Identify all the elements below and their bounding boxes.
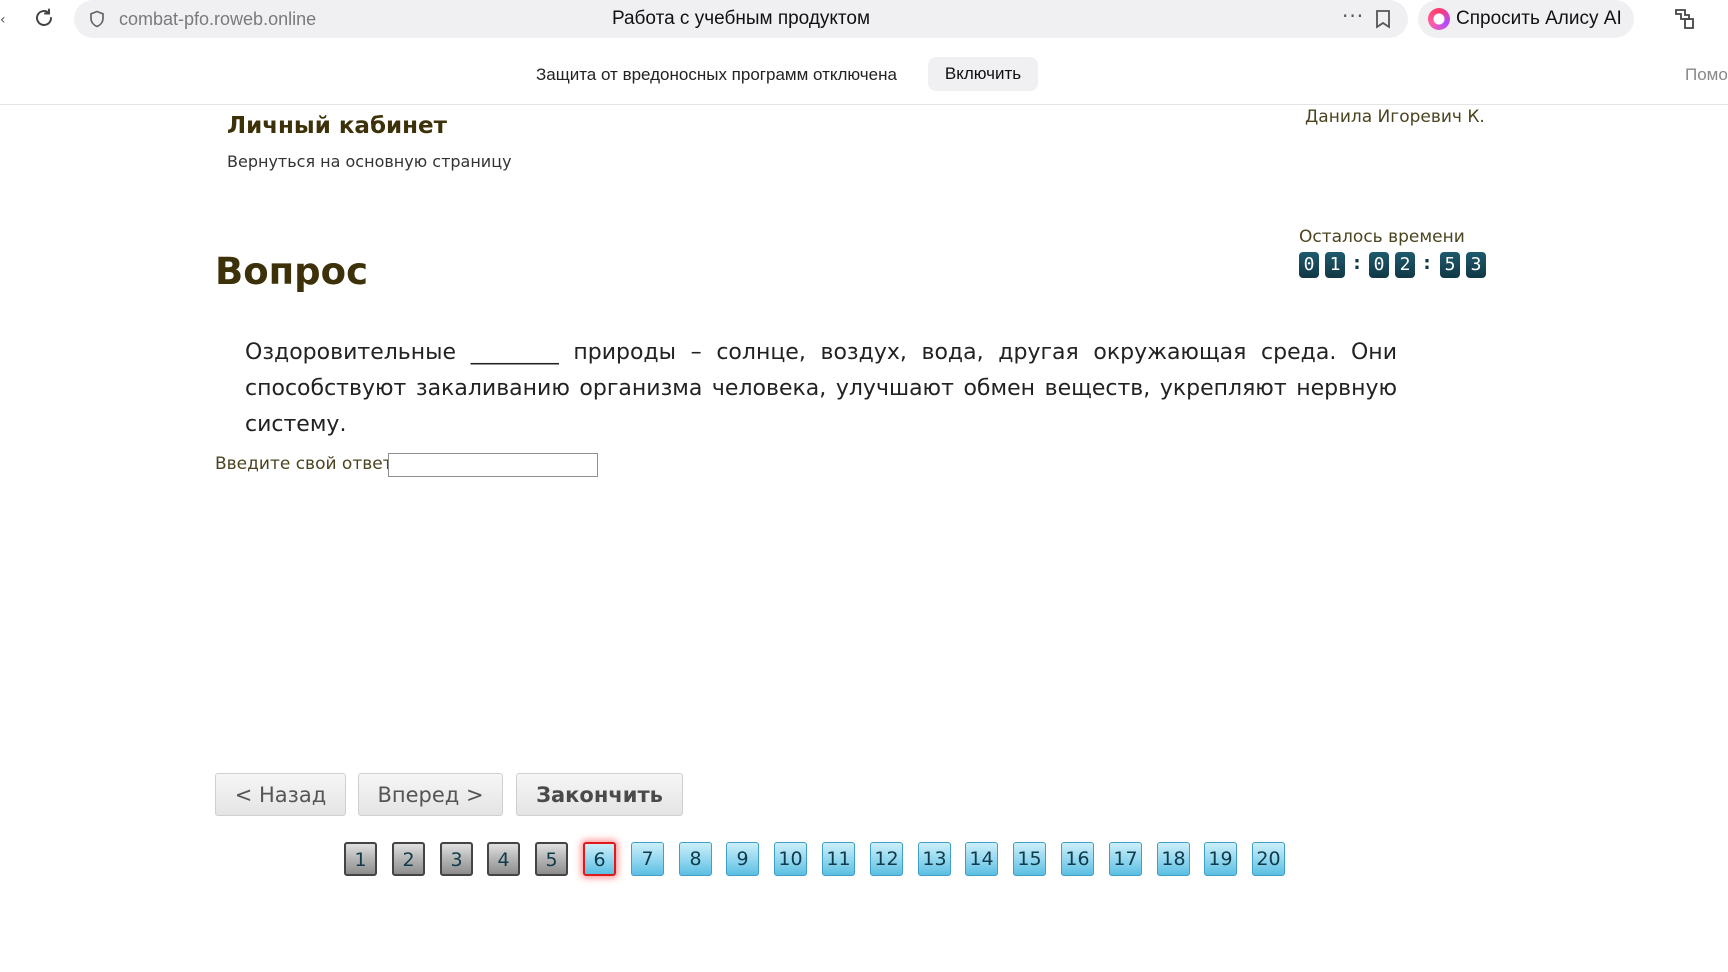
page-button-19[interactable]: 19 [1204, 842, 1237, 876]
page-button-17[interactable]: 17 [1109, 842, 1142, 876]
back-to-main-link[interactable]: Вернуться на основную страницу [227, 152, 512, 171]
page-button-14[interactable]: 14 [965, 842, 998, 876]
back-arrow-edge[interactable]: ‹ [0, 12, 6, 28]
page-button-2[interactable]: 2 [392, 842, 425, 876]
timer-digit: 3 [1466, 252, 1486, 278]
page-button-4[interactable]: 4 [487, 842, 520, 876]
protection-notice-bar: Защита от вредоносных программ отключена… [0, 50, 1728, 105]
tab-title: Работа с учебным продуктом [611, 8, 871, 29]
timer-digit: 2 [1395, 252, 1415, 278]
enable-protection-button[interactable]: Включить [928, 57, 1038, 91]
page-button-5[interactable]: 5 [535, 842, 568, 876]
timer-digit: 5 [1440, 252, 1460, 278]
page-button-18[interactable]: 18 [1157, 842, 1190, 876]
timer-digit: 0 [1369, 252, 1389, 278]
question-text: Оздоровительные ________ природы – солнц… [245, 340, 1397, 437]
finish-button[interactable]: Закончить [516, 773, 683, 816]
help-link[interactable]: Помощь [1685, 65, 1728, 85]
answer-label: Введите свой ответ [215, 454, 393, 474]
page-button-10[interactable]: 10 [774, 842, 807, 876]
page-button-3[interactable]: 3 [440, 842, 473, 876]
timer-separator: : [1353, 253, 1361, 274]
bookmark-icon[interactable] [1374, 9, 1392, 29]
page-button-16[interactable]: 16 [1061, 842, 1094, 876]
question-pager: 1 2 3 4 5 6 7 8 9 10 11 12 13 14 15 16 17 18 19 20 [0, 842, 1728, 878]
answer-input[interactable] [388, 453, 598, 477]
reload-icon[interactable] [32, 6, 56, 30]
cabinet-title: Личный кабинет [227, 113, 447, 139]
page-button-11[interactable]: 11 [822, 842, 855, 876]
address-bar[interactable]: combat-pfo.roweb.online Работа с учебным… [74, 0, 1408, 38]
page-button-20[interactable]: 20 [1252, 842, 1285, 876]
question-title: Вопрос [215, 250, 369, 293]
page-button-12[interactable]: 12 [870, 842, 903, 876]
page-button-15[interactable]: 15 [1013, 842, 1046, 876]
alice-label: Спросить Алису AI [1456, 8, 1622, 29]
timer-separator: : [1423, 253, 1431, 274]
timer-digit: 0 [1299, 252, 1319, 278]
user-name: Данила Игоревич К. [1305, 107, 1485, 127]
more-icon[interactable]: ··· [1342, 4, 1364, 28]
alice-icon [1428, 8, 1450, 30]
alice-ai-button[interactable]: Спросить Алису AI [1418, 0, 1634, 38]
page-button-6[interactable]: 6 [583, 842, 616, 876]
extensions-icon[interactable] [1672, 6, 1698, 32]
page-button-13[interactable]: 13 [918, 842, 951, 876]
timer-digit: 1 [1325, 252, 1345, 278]
browser-toolbar: ‹ combat-pfo.roweb.online Работа с учебн… [0, 0, 1728, 38]
page-button-7[interactable]: 7 [631, 842, 664, 876]
page-button-9[interactable]: 9 [726, 842, 759, 876]
page-button-1[interactable]: 1 [344, 842, 377, 876]
protection-message: Защита от вредоносных программ отключена [536, 65, 897, 84]
page-button-8[interactable]: 8 [679, 842, 712, 876]
next-button[interactable]: Вперед > [358, 773, 503, 816]
time-remaining-label: Осталось времени [1299, 227, 1465, 247]
prev-button[interactable]: < Назад [215, 773, 346, 816]
